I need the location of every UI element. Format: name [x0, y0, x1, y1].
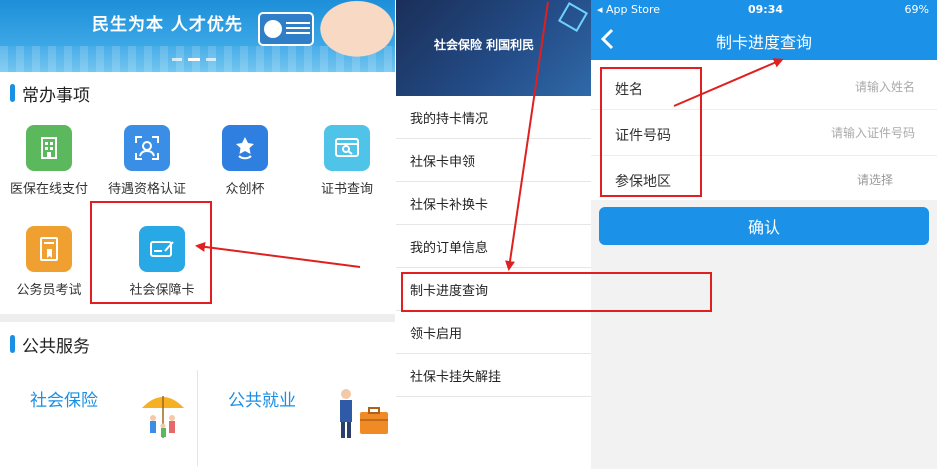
hand-illustration — [300, 0, 395, 72]
section-divider — [0, 314, 395, 322]
service-public-employment[interactable]: 公共就业 — [198, 366, 395, 469]
tile-label: 公务员考试 — [16, 283, 82, 298]
region-select[interactable]: 请选择 — [857, 171, 893, 188]
menu-item-label: 我的持卡情况 — [410, 112, 489, 127]
section-marker — [10, 335, 15, 353]
building-icon — [26, 125, 72, 171]
carousel-dots — [172, 58, 216, 61]
tile-label: 证书查询 — [320, 182, 373, 197]
tile-social-security-card[interactable]: 社会保障卡 — [113, 226, 211, 298]
section-title: 常办事项 — [22, 86, 90, 106]
cup-logo-icon — [222, 125, 268, 171]
name-field-row: 姓名 — [591, 64, 937, 110]
frequent-section-header: 常办事项 — [0, 72, 395, 114]
field-label: 姓名 — [615, 82, 643, 98]
tile-innovation-cup[interactable]: 众创杯 — [196, 125, 294, 197]
home-screen: 民生为本 人才优先 常办事项 医保在线支付 待遇资格认证 众创杯 证书查询 公务… — [0, 0, 395, 469]
certificate-search-icon — [324, 125, 370, 171]
umbrella-family-icon — [142, 396, 184, 438]
field-label: 证件号码 — [615, 128, 671, 144]
confirm-button[interactable]: 确认 — [599, 207, 929, 245]
tile-certificate-query[interactable]: 证书查询 — [298, 125, 395, 197]
social-security-card-icon — [139, 226, 185, 272]
service-social-insurance[interactable]: 社会保险 — [0, 366, 197, 469]
menu-item-card-apply[interactable]: 社保卡申领 — [396, 139, 592, 182]
region-field-row[interactable]: 参保地区 请选择 — [591, 156, 937, 202]
menu-item-card-replace[interactable]: 社保卡补换卡 — [396, 182, 592, 225]
face-scan-icon — [124, 125, 170, 171]
tile-civil-exam[interactable]: 公务员考试 — [0, 226, 98, 298]
businessman-briefcase-icon — [340, 389, 388, 438]
id-field-row: 证件号码 — [591, 110, 937, 156]
section-marker — [10, 84, 15, 102]
query-form: 姓名 证件号码 参保地区 请选择 — [591, 60, 937, 200]
tile-label: 社会保障卡 — [129, 283, 195, 298]
back-chevron-icon[interactable] — [597, 25, 619, 53]
tile-label: 众创杯 — [225, 182, 265, 197]
home-banner[interactable]: 民生为本 人才优先 — [0, 0, 395, 72]
service-label: 社会保险 — [30, 391, 98, 411]
banner-slogan: 民生为本 人才优先 — [92, 15, 243, 35]
status-battery: 69% — [904, 3, 929, 16]
banner-text: 社会保险 利国利民 — [434, 38, 535, 52]
status-carrier: ◂ App Store — [597, 3, 661, 16]
row-label: 领卡启用 — [410, 327, 463, 342]
menu-item-my-orders[interactable]: 我的订单信息 — [396, 225, 592, 268]
field-label: 参保地区 — [615, 174, 671, 190]
service-label: 公共就业 — [228, 391, 296, 411]
tile-eligibility-auth[interactable]: 待遇资格认证 — [98, 125, 196, 197]
card-banner: 社会保险 利国利民 — [396, 0, 592, 96]
row-label: 社保卡挂失解挂 — [410, 370, 502, 385]
status-bar: ◂ App Store 09:34 69% — [591, 0, 937, 20]
public-section-header: 公共服务 — [0, 323, 395, 365]
status-time: 09:34 — [748, 3, 784, 16]
tile-medical-payment[interactable]: 医保在线支付 — [0, 125, 98, 197]
section-title: 公共服务 — [22, 337, 90, 357]
menu-item-label: 社保卡补换卡 — [410, 198, 489, 213]
page-title: 制卡进度查询 — [715, 33, 812, 52]
tile-label: 待遇资格认证 — [107, 182, 186, 197]
name-input[interactable] — [755, 78, 915, 96]
id-number-input[interactable] — [755, 124, 915, 142]
menu-item-label: 社保卡申领 — [410, 155, 476, 170]
menu-item-label: 我的订单信息 — [410, 241, 489, 256]
tile-label: 医保在线支付 — [9, 182, 88, 197]
progress-query-screen: ◂ App Store 09:34 69% 制卡进度查询 姓名 证件号码 参保地… — [591, 0, 937, 469]
row-label: 制卡进度查询 — [410, 284, 489, 299]
nav-bar: 制卡进度查询 — [591, 20, 937, 60]
hexagon-decoration — [557, 1, 589, 33]
exam-bookmark-icon — [26, 226, 72, 272]
menu-item-my-card[interactable]: 我的持卡情况 — [396, 96, 592, 139]
